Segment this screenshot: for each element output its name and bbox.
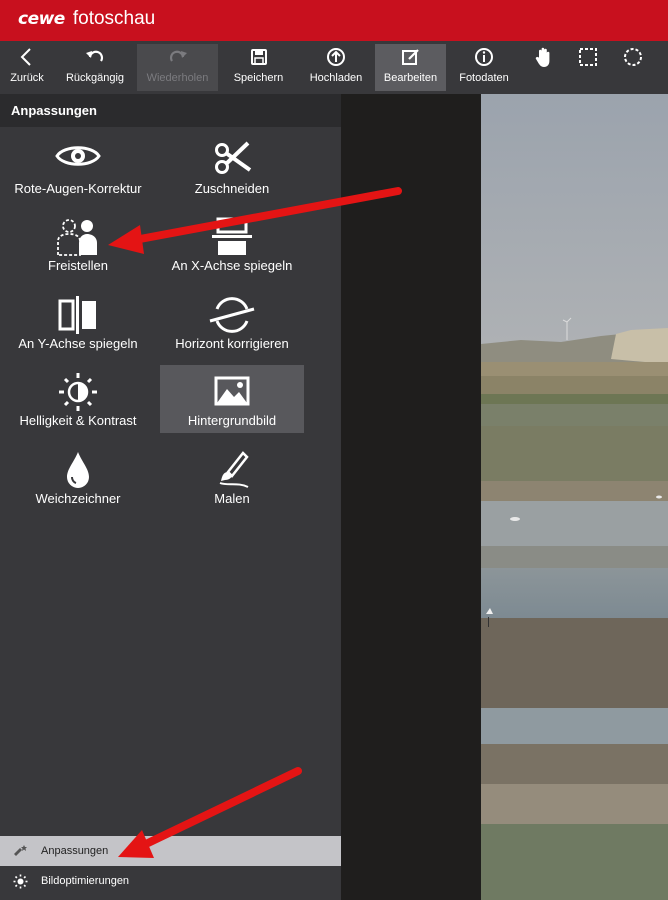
info-icon bbox=[475, 48, 493, 66]
flip-y-icon bbox=[58, 296, 96, 334]
scissors-icon bbox=[215, 141, 252, 174]
horizon-icon bbox=[209, 297, 255, 333]
tool-label: Freistellen bbox=[48, 258, 108, 273]
nav-image-optimizations[interactable]: Bildoptimierungen bbox=[0, 866, 341, 896]
save-label: Speichern bbox=[233, 72, 284, 84]
title-bar: cewe fotoschau bbox=[0, 0, 668, 41]
upload-button[interactable]: Hochladen bbox=[303, 44, 369, 91]
photo-canvas[interactable] bbox=[481, 94, 668, 900]
back-label: Zurück bbox=[10, 72, 44, 84]
tool-paint[interactable]: Malen bbox=[160, 443, 304, 511]
undo-icon bbox=[86, 50, 104, 62]
upload-label: Hochladen bbox=[309, 72, 363, 84]
tool-label: Horizont korrigieren bbox=[175, 336, 289, 351]
drop-icon bbox=[67, 452, 89, 488]
adjust-icon bbox=[14, 845, 27, 856]
tool-flip-x[interactable]: An X-Achse spiegeln bbox=[160, 210, 304, 278]
canvas-margin bbox=[341, 94, 481, 900]
toolbar: Zurück Rückgängig Wiederholen Speichern … bbox=[0, 41, 668, 94]
tool-crop[interactable]: Zuschneiden bbox=[160, 133, 304, 201]
save-button[interactable]: Speichern bbox=[226, 44, 291, 91]
hand-tool-button[interactable] bbox=[530, 44, 558, 91]
edit-label: Bearbeiten bbox=[383, 72, 438, 84]
nav-image-optimizations-label: Bildoptimierungen bbox=[41, 875, 130, 887]
tool-label: An X-Achse spiegeln bbox=[171, 258, 293, 273]
image-icon bbox=[214, 376, 250, 406]
panel-title: Anpassungen bbox=[0, 94, 341, 127]
photo-data-button[interactable]: Fotodaten bbox=[453, 44, 515, 91]
nav-adjustments-label: Anpassungen bbox=[41, 845, 109, 857]
redo-label: Wiederholen bbox=[146, 72, 209, 84]
tool-label: Zuschneiden bbox=[194, 181, 270, 196]
tool-brightness[interactable]: Helligkeit & Kontrast bbox=[6, 365, 150, 433]
rect-select-icon bbox=[579, 48, 597, 66]
redo-button[interactable]: Wiederholen bbox=[137, 44, 218, 91]
tool-blur[interactable]: Weichzeichner bbox=[6, 443, 150, 511]
brush-icon bbox=[219, 451, 249, 488]
ellipse-select-icon bbox=[624, 48, 642, 66]
tool-background-image[interactable]: Hintergrundbild bbox=[160, 365, 304, 433]
tool-label: Helligkeit & Kontrast bbox=[19, 413, 137, 428]
landscape-photo bbox=[481, 94, 668, 900]
tool-label: An Y-Achse spiegeln bbox=[18, 336, 138, 351]
undo-label: Rückgängig bbox=[65, 72, 125, 84]
tool-cutout[interactable]: Freistellen bbox=[6, 210, 150, 278]
edit-button[interactable]: Bearbeiten bbox=[375, 44, 446, 91]
eye-icon bbox=[55, 146, 101, 166]
nav-adjustments[interactable]: Anpassungen bbox=[0, 836, 341, 866]
back-button[interactable]: Zurück bbox=[2, 44, 52, 91]
adjustments-panel: Anpassungen Rote-Augen-Korrektur Zuschne… bbox=[0, 94, 341, 900]
tool-label: Rote-Augen-Korrektur bbox=[14, 181, 142, 196]
flip-x-icon bbox=[212, 217, 252, 255]
tool-flip-y[interactable]: An Y-Achse spiegeln bbox=[6, 288, 150, 356]
tool-horizon[interactable]: Horizont korrigieren bbox=[160, 288, 304, 356]
save-icon bbox=[250, 49, 267, 65]
back-arrow-icon bbox=[20, 48, 31, 66]
app-title: fotoschau bbox=[72, 8, 156, 29]
tool-label: Weichzeichner bbox=[35, 491, 121, 506]
tool-label: Malen bbox=[214, 491, 250, 506]
photo-data-label: Fotodaten bbox=[459, 72, 509, 84]
brand-logo: cewe bbox=[18, 9, 65, 29]
cutout-icon bbox=[57, 219, 97, 256]
app-logo: cewe fotoschau bbox=[18, 8, 155, 30]
brightness-icon bbox=[59, 373, 97, 411]
sun-icon bbox=[13, 874, 28, 889]
ellipse-select-button[interactable] bbox=[619, 44, 647, 91]
tool-red-eye[interactable]: Rote-Augen-Korrektur bbox=[6, 133, 150, 201]
upload-icon bbox=[327, 48, 345, 66]
hand-icon bbox=[535, 47, 550, 67]
rect-select-button[interactable] bbox=[574, 44, 602, 91]
edit-icon bbox=[401, 49, 419, 65]
redo-icon bbox=[169, 50, 187, 62]
tool-label: Hintergrundbild bbox=[187, 413, 277, 428]
undo-button[interactable]: Rückgängig bbox=[60, 44, 130, 91]
